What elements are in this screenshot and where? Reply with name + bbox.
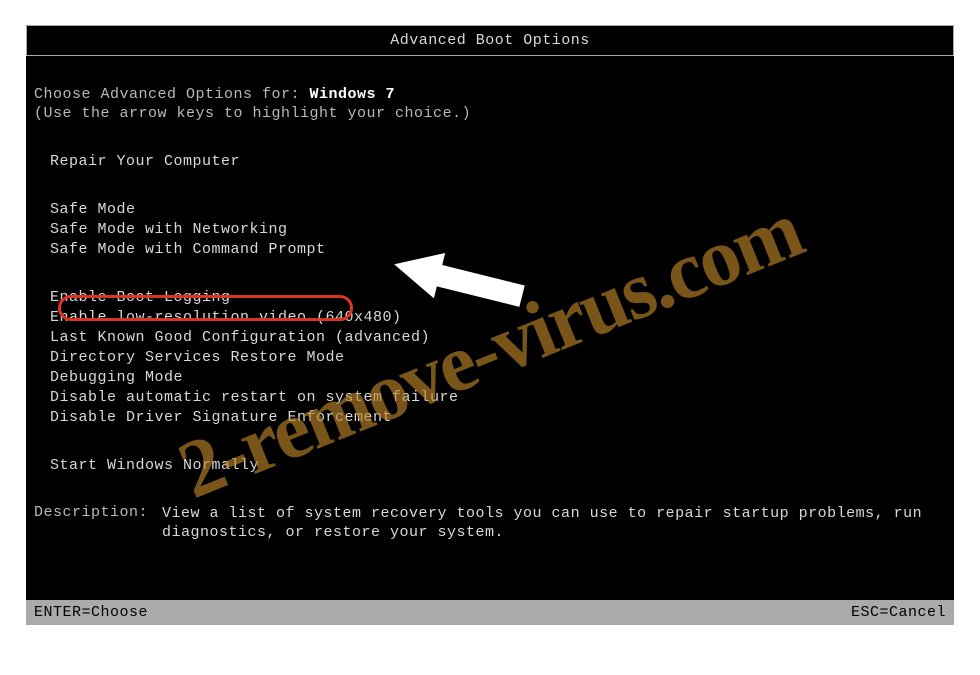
menu-item-disable-auto-restart[interactable]: Disable automatic restart on system fail…: [50, 388, 946, 408]
menu-item-low-res-video[interactable]: Enable low-resolution video (640x480): [50, 308, 946, 328]
menu-item-disable-driver-sig[interactable]: Disable Driver Signature Enforcement: [50, 408, 946, 428]
menu-item-last-known-good[interactable]: Last Known Good Configuration (advanced): [50, 328, 946, 348]
menu-group-repair: Repair Your Computer: [50, 152, 946, 172]
screen-title: Advanced Boot Options: [390, 32, 590, 49]
boot-options-screen: Advanced Boot Options Choose Advanced Op…: [26, 25, 954, 625]
description-text: View a list of system recovery tools you…: [162, 504, 946, 542]
menu-item-repair-computer[interactable]: Repair Your Computer: [50, 152, 946, 172]
choose-prefix: Choose Advanced Options for:: [34, 86, 310, 103]
menu-group-safe-mode: Safe Mode Safe Mode with Networking Safe…: [50, 200, 946, 260]
menu-item-safe-mode[interactable]: Safe Mode: [50, 200, 946, 220]
footer-esc: ESC=Cancel: [851, 604, 946, 621]
menu-item-start-normally[interactable]: Start Windows Normally: [50, 456, 946, 476]
arrow-keys-hint: (Use the arrow keys to highlight your ch…: [34, 105, 946, 122]
footer-enter: ENTER=Choose: [34, 604, 148, 621]
os-name: Windows 7: [310, 86, 396, 103]
description-label: Description:: [34, 504, 162, 542]
description-block: Description: View a list of system recov…: [34, 504, 946, 542]
menu-group-advanced: Enable Boot Logging Enable low-resolutio…: [50, 288, 946, 428]
menu-item-safe-mode-command-prompt[interactable]: Safe Mode with Command Prompt: [50, 240, 946, 260]
menu-item-safe-mode-networking[interactable]: Safe Mode with Networking: [50, 220, 946, 240]
content-area: Choose Advanced Options for: Windows 7 (…: [26, 86, 954, 542]
footer-bar: ENTER=Choose ESC=Cancel: [26, 600, 954, 625]
menu-item-boot-logging[interactable]: Enable Boot Logging: [50, 288, 946, 308]
menu-item-directory-services[interactable]: Directory Services Restore Mode: [50, 348, 946, 368]
menu-group-normal: Start Windows Normally: [50, 456, 946, 476]
title-bar: Advanced Boot Options: [26, 25, 954, 56]
choose-line: Choose Advanced Options for: Windows 7: [34, 86, 946, 103]
menu-item-debugging[interactable]: Debugging Mode: [50, 368, 946, 388]
